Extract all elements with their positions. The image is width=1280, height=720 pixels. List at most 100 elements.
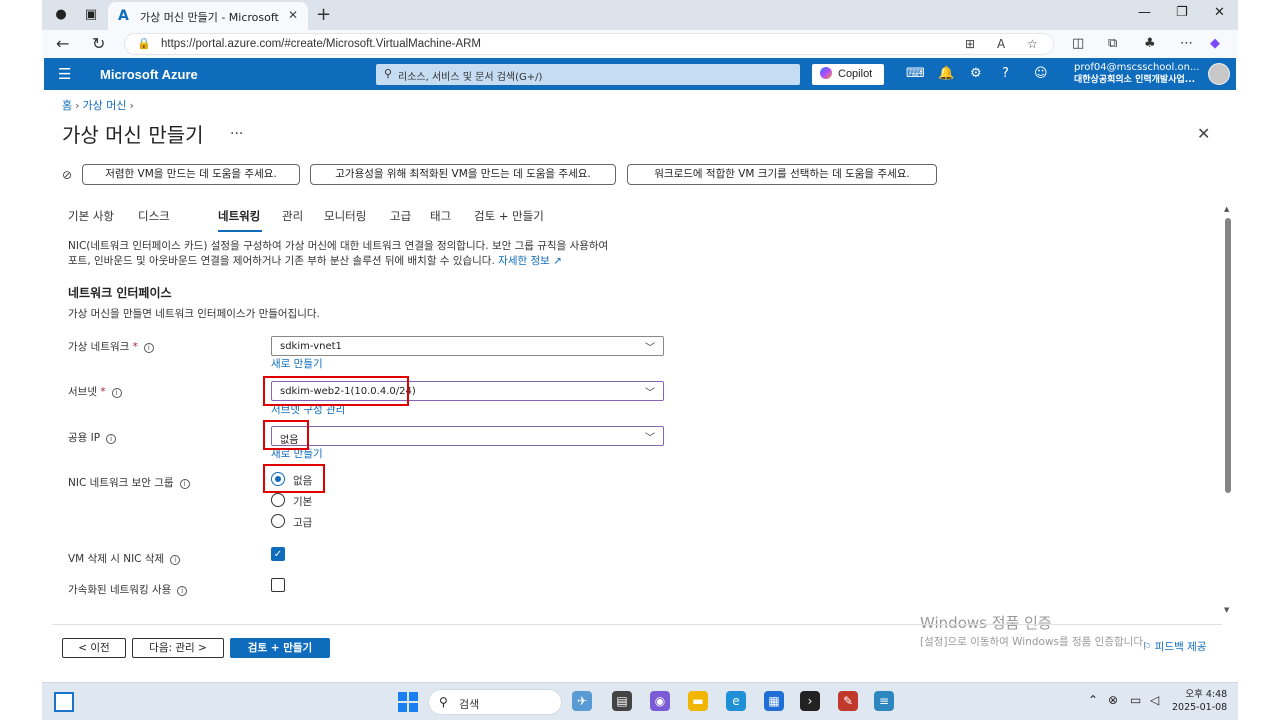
scroll-up-icon[interactable]: ▲ [1224,205,1229,213]
right-margin [1238,0,1280,720]
collections-icon[interactable]: ⧉ [1108,36,1117,51]
help-icon[interactable]: ? [1002,66,1009,81]
back-icon[interactable]: ← [56,34,69,53]
app-store-icon[interactable]: ▦ [764,691,784,711]
read-aloud-icon[interactable]: A [997,37,1005,51]
vnet-create-new-link[interactable]: 새로 만들기 [271,356,323,371]
copilot-button[interactable]: Copilot [812,64,884,85]
tab-monitoring[interactable]: 모니터링 [324,208,366,224]
breadcrumb-home[interactable]: 홈 [62,99,72,112]
review-create-button[interactable]: 검토 + 만들기 [230,638,330,658]
url-field[interactable]: 🔒 https://portal.azure.com/#create/Micro… [124,33,1054,55]
azure-brand[interactable]: Microsoft Azure [100,67,198,82]
settings-gear-icon[interactable]: ⚙ [970,66,982,81]
suggest-pill-ha-vm[interactable]: 고가용성을 위해 최적화된 VM을 만드는 데 도움을 주세요. [310,164,616,185]
url-text: https://portal.azure.com/#create/Microso… [161,38,481,50]
azure-header: ☰ Microsoft Azure ⚲ 리소스, 서비스 및 문서 검색(G+/… [44,58,1236,90]
new-tab-icon[interactable]: + [316,4,331,25]
close-blade-icon[interactable]: ✕ [1197,124,1210,143]
copilot-browser-icon[interactable]: ◆ [1210,36,1220,51]
tab-management[interactable]: 관리 [282,208,303,224]
tab-networking[interactable]: 네트워킹 [218,208,260,224]
info-icon: i [177,586,188,596]
app-icon[interactable]: ⊞ [965,37,975,51]
tab-actions-icon[interactable]: ▣ [82,6,100,24]
vnet-select[interactable]: sdkim-vnet1 ﹀ [271,336,664,356]
taskbar-clock[interactable]: 오후 4:48 2025-01-08 [1172,688,1227,714]
tray-volume-icon[interactable]: ◁ [1150,693,1159,707]
app-terminal-icon[interactable]: › [800,691,820,711]
scrollbar-thumb[interactable] [1225,218,1231,493]
suggest-pill-vm-size[interactable]: 워크로드에 적합한 VM 크기를 선택하는 데 도움을 주세요. [627,164,937,185]
taskbar-search[interactable]: ⚲ 검색 [428,689,562,715]
taskbar-search-label: 검색 [459,698,480,711]
tab-tags[interactable]: 태그 [430,208,451,224]
tab-basics[interactable]: 기본 사항 [68,208,114,224]
feedback-icon[interactable]: ☺ [1034,66,1048,81]
learn-more-link[interactable]: 자세한 정보 [498,255,550,267]
refresh-icon[interactable]: ↻ [92,34,105,53]
tab-review-create[interactable]: 검토 + 만들기 [474,208,544,224]
account-email: prof04@mscsschool.on... [1074,62,1200,73]
info-icon: i [143,343,154,353]
account-info[interactable]: prof04@mscsschool.on... 대한상공회의소 인력개발사업..… [1074,62,1200,86]
favorite-star-icon[interactable]: ☆ [1027,37,1038,51]
hamburger-menu-icon[interactable]: ☰ [58,65,71,83]
widgets-icon[interactable] [54,692,74,712]
account-org: 대한상공회의소 인력개발사업... [1074,75,1196,85]
search-placeholder: 리소스, 서비스 및 문서 검색(G+/) [398,72,543,83]
feedback-link[interactable]: ⚐ 피드백 제공 [1142,639,1206,654]
radio-unselected[interactable] [271,514,285,528]
restore-icon[interactable]: ❐ [1176,5,1188,20]
previous-button[interactable]: < 이전 [62,638,126,658]
public-ip-select[interactable]: 없음 ﹀ [271,426,664,446]
minimize-icon[interactable]: — [1138,5,1151,20]
accel-net-checkbox[interactable] [271,578,285,592]
extensions-icon[interactable]: ♣ [1144,36,1156,51]
tab-advanced[interactable]: 고급 [390,208,411,224]
accel-net-label: 가속화된 네트워킹 사용 i [68,582,188,597]
footer-divider [52,624,1222,625]
portal-search-input[interactable]: ⚲ 리소스, 서비스 및 문서 검색(G+/) [376,64,800,85]
clock-date: 2025-01-08 [1172,702,1228,713]
app-edge-icon[interactable]: e [726,691,746,711]
avatar[interactable] [1208,63,1230,85]
breadcrumb-sep: › [129,99,134,112]
breadcrumb-vm[interactable]: 가상 머신 [83,99,127,112]
highlight-box-subnet [263,376,409,406]
app-paint-icon[interactable]: ✎ [838,691,858,711]
radio-unselected[interactable] [271,493,285,507]
start-button[interactable] [398,692,418,712]
tray-app-icon[interactable]: ⊗ [1108,693,1118,707]
tray-network-icon[interactable]: ▭ [1130,693,1141,707]
breadcrumb: 홈 › 가상 머신 › [62,97,137,113]
subnet-label: 서브넷 * i [68,384,122,399]
app-teams-icon[interactable]: ◉ [650,691,670,711]
tab-disks[interactable]: 디스크 [138,208,170,224]
window-close-icon[interactable]: ✕ [1214,5,1225,20]
tab-close-icon[interactable]: ✕ [288,8,298,22]
notifications-bell-icon[interactable]: 🔔 [938,66,954,81]
more-menu-icon[interactable]: ⋯ [1180,36,1193,51]
description-line-1: NIC(네트워크 인터페이스 카드) 설정을 구성하여 가상 머신에 대한 네트… [68,240,609,252]
scroll-down-icon[interactable]: ▼ [1224,606,1229,614]
profile-icon[interactable]: ● [52,6,70,24]
copilot-icon [820,67,832,79]
delete-nic-label: VM 삭제 시 NIC 삭제 i [68,551,181,566]
next-management-button[interactable]: 다음: 관리 > [132,638,224,658]
suggest-pill-cheap-vm[interactable]: 저렴한 VM을 만드는 데 도움을 주세요. [82,164,300,185]
more-options-icon[interactable]: ... [230,122,243,138]
app-notepad-icon[interactable]: ≡ [874,691,894,711]
nsg-option-advanced-label: 고급 [293,517,313,529]
app-file-explorer-icon[interactable]: ▬ [688,691,708,711]
copilot-label: Copilot [838,68,873,80]
split-screen-icon[interactable]: ◫ [1072,36,1084,51]
app-task-view-icon[interactable]: ▤ [612,691,632,711]
browser-tab[interactable]: A 가상 머신 만들기 - Microsoft Azure ✕ [108,2,308,30]
cloud-shell-icon[interactable]: ⌨ [906,66,925,81]
delete-nic-checkbox[interactable]: ✓ [271,547,285,561]
tray-overflow-icon[interactable]: ⌃ [1088,693,1098,707]
left-margin [0,0,42,720]
breadcrumb-sep: › [75,99,80,112]
app-azure-cli-icon[interactable]: ✈ [572,691,592,711]
